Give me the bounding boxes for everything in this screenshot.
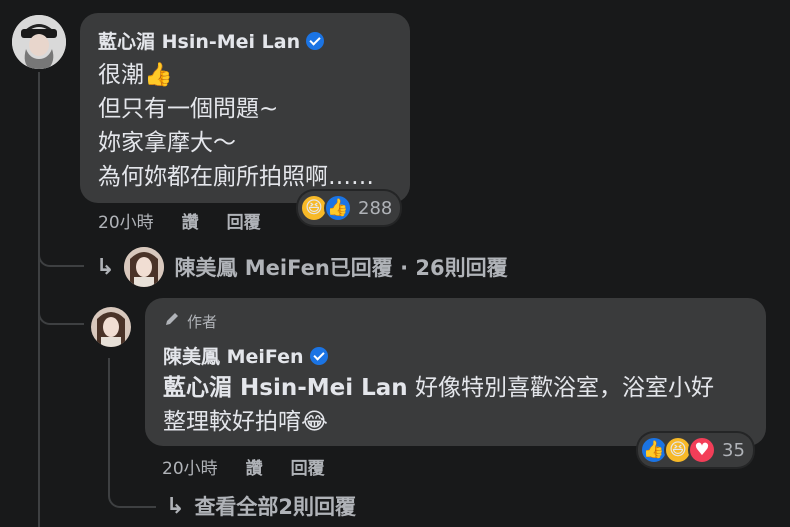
author-badge: 作者 [163,310,714,332]
comment-text: 很潮👍 但只有一個問題~ 妳家拿摩大～ 為何妳都在廁所拍照啊…… [98,58,374,194]
comment-actions: 20小時 讚 回覆 [98,208,261,233]
comment-line: 很潮👍 [98,62,173,88]
reply-bubble: 作者 陳美鳳 MeiFen 藍心湄 Hsin-Mei Lan 好像特別喜歡浴室，… [145,298,766,446]
comment-line: 藍心湄 Hsin-Mei Lan 好像特別喜歡浴室，浴室小好 [163,371,714,405]
avatar[interactable] [91,307,131,347]
avatar[interactable] [12,15,66,69]
avatar [124,247,165,287]
reaction-summary[interactable]: 👍 😆 ♥ 35 [638,433,753,467]
comment-actions: 20小時 讚 回覆 [162,454,325,479]
comment-line: 但只有一個問題~ [98,96,279,122]
thread-line-sub [108,358,110,488]
like-button[interactable]: 讚 [182,208,199,233]
comment-author[interactable]: 陳美鳳 MeiFen [163,342,714,369]
reaction-count: 35 [722,439,745,461]
comment-line-text: 好像特別喜歡浴室，浴室小好 [407,375,714,401]
author-name[interactable]: 藍心湄 Hsin-Mei Lan [98,27,300,54]
timestamp[interactable]: 20小時 [162,454,218,479]
comment-bubble: 藍心湄 Hsin-Mei Lan 很潮👍 但只有一個問題~ 妳家拿摩大～ 為何妳… [80,13,410,203]
replies-summary-link[interactable]: ↳ 陳美鳳 MeiFen已回覆 · 26則回覆 [96,247,508,287]
reply-arrow-icon: ↳ [96,254,115,280]
thread-line-branch-3 [108,488,156,508]
view-all-replies-link[interactable]: ↳ 查看全部2則回覆 [166,491,356,521]
verified-badge-icon [306,31,325,50]
pen-icon [163,310,181,332]
reply-button[interactable]: 回覆 [291,454,325,479]
thread-line-branch-2 [38,305,84,325]
comment-line: 整理較好拍唷😂 [163,409,328,435]
verified-badge-icon [309,346,328,365]
timestamp[interactable]: 20小時 [98,208,154,233]
like-icon: 👍 [324,194,352,222]
mention-link[interactable]: 藍心湄 Hsin-Mei Lan [163,375,408,401]
view-all-replies-text[interactable]: 查看全部2則回覆 [194,491,356,521]
badge-label: 作者 [187,312,218,331]
replies-summary-text[interactable]: 陳美鳳 MeiFen已回覆 · 26則回覆 [174,252,507,282]
comment-line: 妳家拿摩大～ [98,130,236,156]
reply-button[interactable]: 回覆 [227,208,261,233]
love-icon: ♥ [688,436,716,464]
like-button[interactable]: 讚 [246,454,263,479]
comment-text: 藍心湄 Hsin-Mei Lan 好像特別喜歡浴室，浴室小好 整理較好拍唷😂 [163,371,714,439]
reaction-summary[interactable]: 😆 👍 288 [298,191,401,225]
author-name[interactable]: 陳美鳳 MeiFen [163,342,304,369]
comment-author[interactable]: 藍心湄 Hsin-Mei Lan [98,27,374,54]
comment-line: 為何妳都在廁所拍照啊…… [98,164,374,190]
thread-line-branch-1 [38,247,84,267]
thread-line-main [38,72,40,527]
reaction-count: 288 [358,197,393,219]
reply-arrow-icon: ↳ [166,493,185,519]
